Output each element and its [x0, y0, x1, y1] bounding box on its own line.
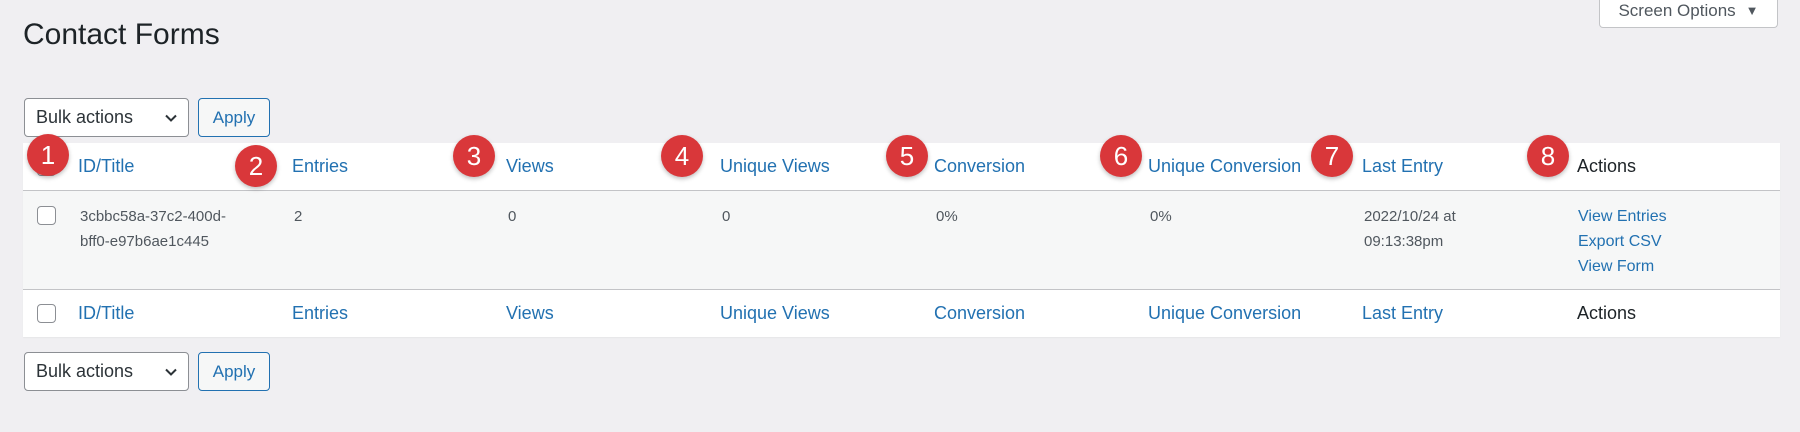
footer-column-last-entry[interactable]: Last Entry — [1362, 303, 1443, 324]
column-unique-views[interactable]: Unique Views — [720, 156, 830, 177]
unique-conversion-value: 0% — [1150, 208, 1172, 225]
entries-count: 2 — [294, 208, 303, 225]
apply-button-bottom[interactable]: Apply — [198, 352, 270, 391]
form-id-line1: 3cbbc58a-37c2-400d- — [80, 208, 226, 225]
last-entry-time: 09:13:38pm — [1364, 233, 1444, 250]
conversion-value: 0% — [936, 208, 958, 225]
screen-options-button[interactable]: Screen Options ▼ — [1599, 0, 1778, 28]
column-last-entry[interactable]: Last Entry — [1362, 156, 1443, 177]
select-all-checkbox-footer[interactable] — [37, 304, 56, 323]
column-unique-conversion[interactable]: Unique Conversion — [1148, 156, 1301, 177]
view-form-link[interactable]: View Form — [1578, 254, 1667, 279]
bulk-actions-select-bottom[interactable]: Bulk actions — [24, 352, 189, 391]
row-checkbox[interactable] — [37, 206, 56, 225]
screen-options-label: Screen Options — [1618, 0, 1736, 20]
export-csv-link[interactable]: Export CSV — [1578, 229, 1667, 254]
annotation-badge-2: 2 — [235, 145, 277, 187]
caret-down-icon: ▼ — [1745, 3, 1759, 18]
footer-column-unique-conversion[interactable]: Unique Conversion — [1148, 303, 1301, 324]
last-entry-value: 2022/10/24 at 09:13:38pm — [1364, 204, 1456, 254]
table-footer: ID/Title Entries Views Unique Views Conv… — [23, 289, 1780, 337]
footer-column-views[interactable]: Views — [506, 303, 554, 324]
table-row: 3cbbc58a-37c2-400d- bff0-e97b6ae1c445 2 … — [23, 191, 1780, 289]
annotation-badge-4: 4 — [661, 135, 703, 177]
view-entries-link[interactable]: View Entries — [1578, 204, 1667, 229]
bulk-actions-bottom: Bulk actions Apply — [24, 352, 270, 391]
form-id-line2: bff0-e97b6ae1c445 — [80, 233, 210, 250]
views-count: 0 — [508, 208, 517, 225]
footer-column-id-title[interactable]: ID/Title — [78, 303, 134, 324]
chevron-down-icon — [165, 114, 177, 122]
bulk-actions-top: Bulk actions Apply — [24, 98, 270, 137]
footer-column-actions: Actions — [1577, 303, 1637, 323]
form-id-title[interactable]: 3cbbc58a-37c2-400d- bff0-e97b6ae1c445 — [80, 204, 226, 254]
footer-column-entries[interactable]: Entries — [292, 303, 348, 324]
column-actions: Actions — [1577, 156, 1637, 176]
annotation-badge-1: 1 — [27, 134, 69, 176]
annotation-badge-5: 5 — [886, 135, 928, 177]
annotation-badge-6: 6 — [1100, 135, 1142, 177]
page-title: Contact Forms — [23, 18, 220, 51]
annotation-badge-7: 7 — [1311, 135, 1353, 177]
chevron-down-icon — [165, 368, 177, 376]
footer-column-unique-views[interactable]: Unique Views — [720, 303, 830, 324]
bulk-actions-select[interactable]: Bulk actions — [24, 98, 189, 137]
row-actions: View Entries Export CSV View Form — [1578, 204, 1667, 279]
column-views[interactable]: Views — [506, 156, 554, 177]
annotation-badge-3: 3 — [453, 135, 495, 177]
column-entries[interactable]: Entries — [292, 156, 348, 177]
bulk-actions-value: Bulk actions — [36, 107, 134, 127]
bulk-actions-value-bottom: Bulk actions — [36, 361, 134, 381]
apply-button[interactable]: Apply — [198, 98, 270, 137]
column-id-title[interactable]: ID/Title — [78, 156, 134, 177]
footer-column-conversion[interactable]: Conversion — [934, 303, 1025, 324]
last-entry-date: 2022/10/24 at — [1364, 208, 1456, 225]
column-conversion[interactable]: Conversion — [934, 156, 1025, 177]
annotation-badge-8: 8 — [1527, 135, 1569, 177]
unique-views-count: 0 — [722, 208, 731, 225]
